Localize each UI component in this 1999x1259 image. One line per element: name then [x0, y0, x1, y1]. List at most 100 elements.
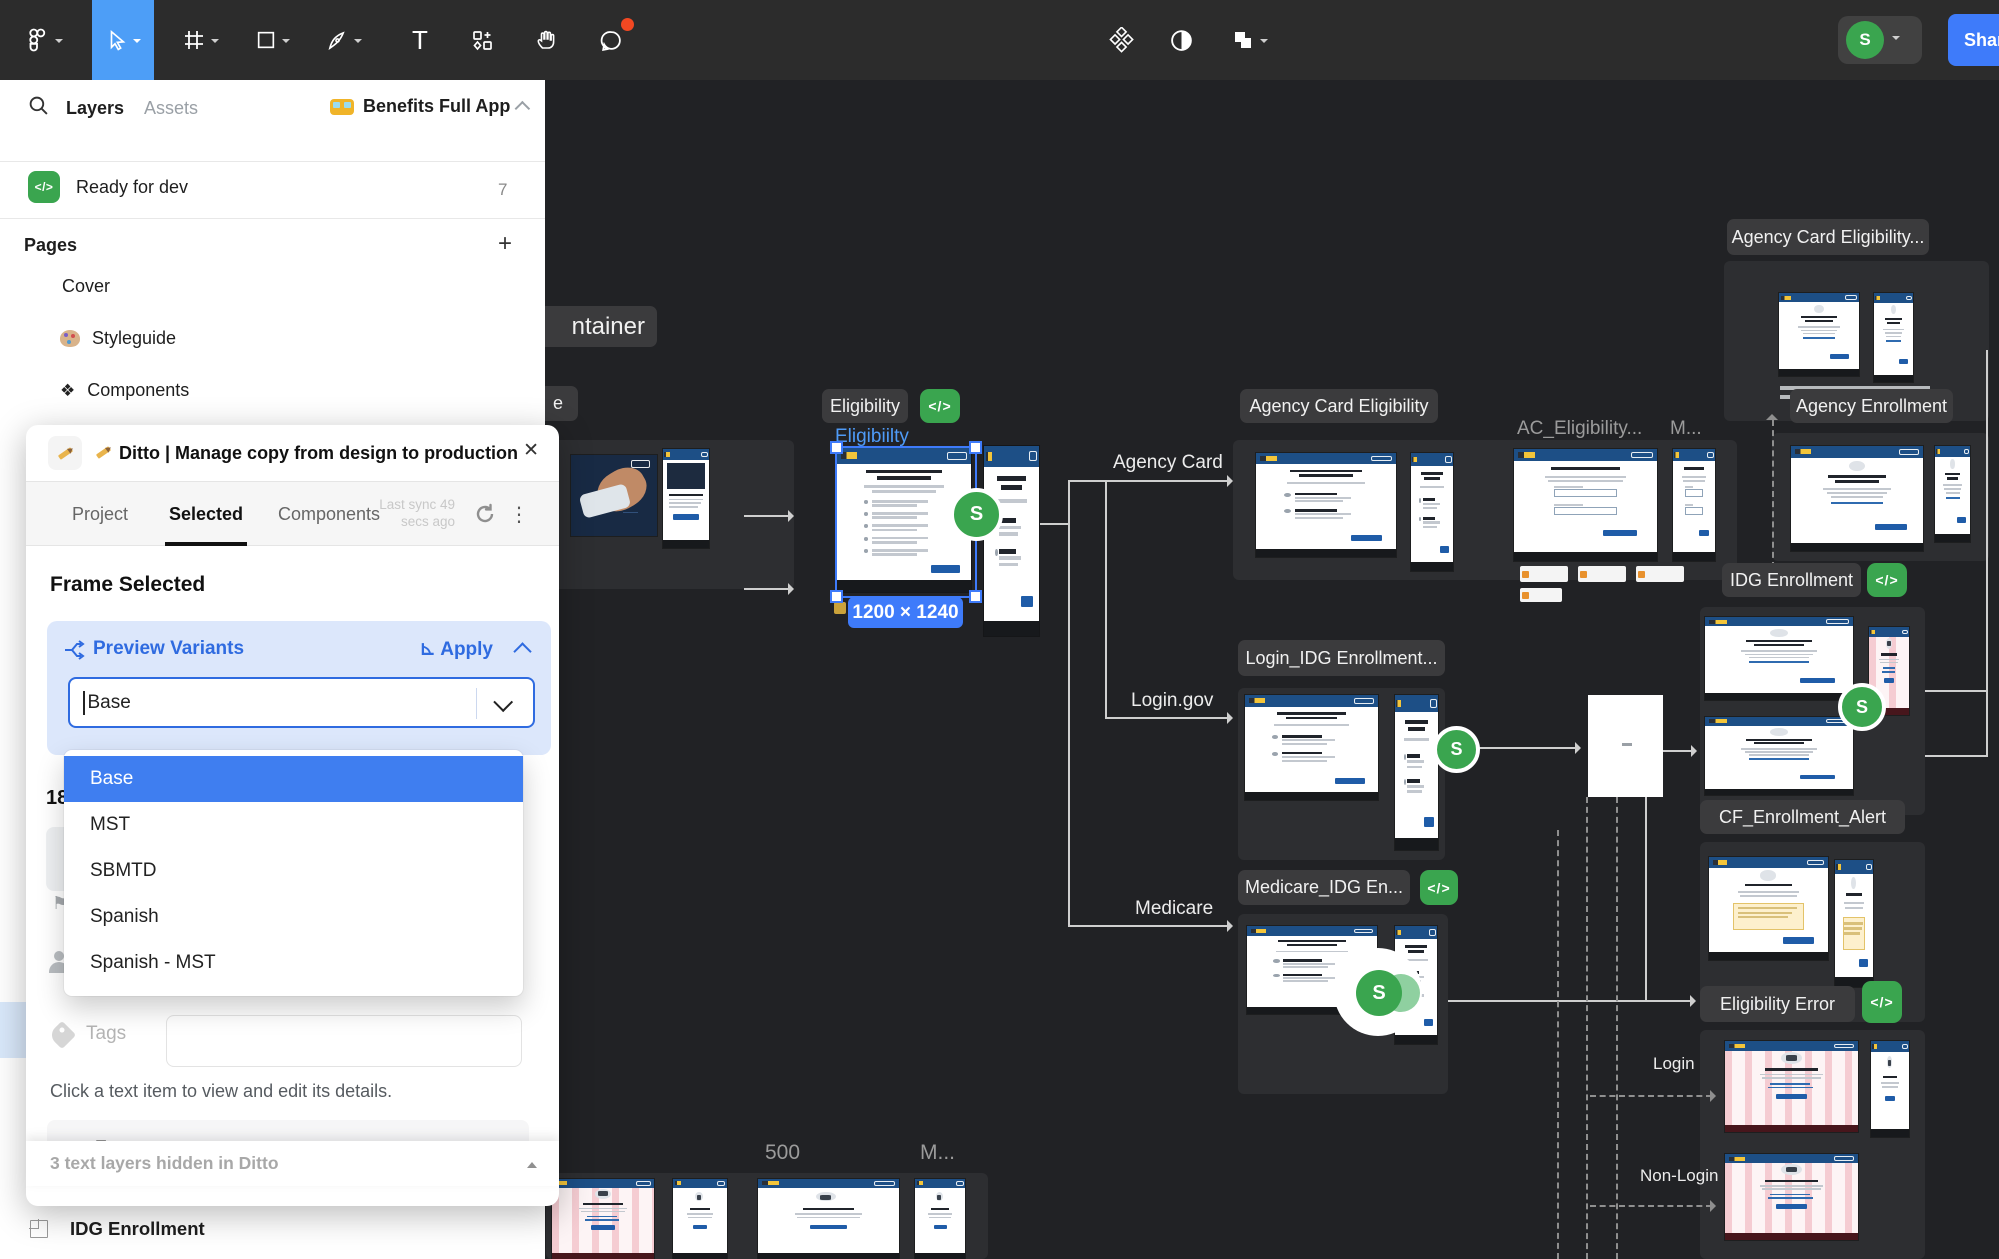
- tab-components[interactable]: Components: [278, 482, 380, 546]
- apply-button[interactable]: ⊾ Apply: [420, 638, 493, 661]
- frame-name-500[interactable]: 500: [765, 1141, 800, 1165]
- frame-tool[interactable]: [168, 0, 232, 80]
- frame-404-mobile[interactable]: [673, 1179, 727, 1259]
- mock-detail: [1964, 449, 1969, 454]
- collapse-chevron-icon[interactable]: [513, 642, 531, 660]
- expand-caret-icon[interactable]: [527, 1157, 537, 1168]
- frame-login-idg-mobile[interactable]: [1395, 695, 1438, 850]
- add-page-button[interactable]: +: [498, 230, 512, 258]
- frame-eligibility-mobile[interactable]: [984, 446, 1039, 636]
- layer-item-idg-enrollment[interactable]: IDG Enrollment: [30, 1218, 205, 1240]
- page-item-components[interactable]: ❖ Components: [60, 380, 189, 401]
- dev-ready-icon[interactable]: </>: [920, 389, 960, 423]
- tab-project[interactable]: Project: [72, 482, 128, 546]
- frame-ac-form-desktop[interactable]: [1514, 449, 1657, 561]
- dev-ready-icon[interactable]: </>: [1862, 981, 1902, 1023]
- shape-tool[interactable]: [240, 0, 304, 80]
- mock-detail: [1424, 817, 1433, 826]
- section-label-eligibility[interactable]: Eligibility: [822, 389, 908, 423]
- mock-detail: [1705, 717, 1853, 726]
- frame-ac-elig-desktop[interactable]: [1779, 293, 1859, 376]
- frame-ac-form-mobile[interactable]: [1673, 449, 1715, 561]
- hand-tool[interactable]: [516, 0, 576, 80]
- frame-name-m-bottom[interactable]: M...: [920, 1141, 955, 1165]
- frame-ac-elig-mobile[interactable]: [1874, 293, 1913, 382]
- mask-contrast-icon[interactable]: [1152, 0, 1210, 80]
- dropdown-option-mst[interactable]: MST: [64, 802, 523, 848]
- variant-combobox[interactable]: Base: [68, 677, 535, 728]
- close-icon[interactable]: ✕: [523, 441, 539, 460]
- text-tool[interactable]: T: [392, 0, 448, 80]
- dropdown-option-spanish-mst[interactable]: Spanish - MST: [64, 940, 523, 986]
- mock-detail: [1814, 305, 1824, 313]
- frame-nonlogin-error-desktop[interactable]: [1725, 1154, 1858, 1240]
- frame-elig-error-mobile[interactable]: [1835, 860, 1873, 987]
- refresh-icon[interactable]: [473, 502, 497, 531]
- dropdown-option-base[interactable]: Base: [64, 756, 523, 802]
- frame-login-error-mobile[interactable]: [1871, 1041, 1909, 1137]
- account-menu[interactable]: S: [1838, 16, 1922, 64]
- dropdown-option-sbmtd[interactable]: SBMTD: [64, 848, 523, 894]
- section-label-cf-enrollment-alert[interactable]: CF_Enrollment_Alert: [1700, 800, 1905, 834]
- frame-idg-confirm-desktop-2[interactable]: [1705, 717, 1853, 795]
- dialog-titlebar[interactable]: Ditto | Manage copy from design to produ…: [26, 425, 559, 481]
- tags-input[interactable]: [166, 1015, 522, 1067]
- components-library-icon[interactable]: [1092, 0, 1150, 80]
- actions-tool[interactable]: [452, 0, 512, 80]
- frame-name-eligibility[interactable]: Eligibiilty: [835, 426, 909, 448]
- figma-menu-button[interactable]: [10, 0, 76, 80]
- page-item-cover[interactable]: Cover: [62, 276, 110, 297]
- section-label-eligibility-error[interactable]: Eligibility Error: [1700, 986, 1855, 1022]
- dropdown-option-spanish[interactable]: Spanish: [64, 894, 523, 940]
- selection-handle[interactable]: [830, 590, 843, 603]
- frame-blank[interactable]: [1588, 695, 1663, 797]
- mock-detail: [1746, 640, 1811, 642]
- mock-detail: [999, 549, 1016, 554]
- hidden-layers-bar[interactable]: 3 text layers hidden in Ditto: [26, 1141, 559, 1186]
- frame-agency-enroll-mobile[interactable]: [1935, 446, 1970, 542]
- frame-ac-mobile[interactable]: [1411, 453, 1453, 571]
- comment-tool[interactable]: [580, 0, 642, 80]
- frame-idg-confirm-desktop[interactable]: [1705, 617, 1853, 700]
- frame-agency-enroll-desktop[interactable]: [1791, 446, 1923, 551]
- mock-detail: [1674, 452, 1679, 457]
- selection-handle[interactable]: [969, 441, 982, 454]
- section-label-login-idg[interactable]: Login_IDG Enrollment...: [1238, 640, 1445, 676]
- selection-handle[interactable]: [830, 441, 843, 454]
- arrowhead: [1710, 1090, 1722, 1102]
- page-item-styleguide[interactable]: Styleguide: [60, 328, 176, 349]
- section-label-agency-enrollment[interactable]: Agency Enrollment: [1790, 389, 1953, 423]
- chevron-down-icon[interactable]: [493, 692, 513, 712]
- frame-login-idg-desktop[interactable]: [1245, 695, 1378, 800]
- move-tool-selected[interactable]: [92, 0, 154, 80]
- frame-name-m-top[interactable]: M...: [1670, 418, 1702, 440]
- tab-selected[interactable]: Selected: [169, 482, 243, 546]
- section-label-agency-card-eligibility-trunc[interactable]: Agency Card Eligibility...: [1727, 219, 1929, 255]
- section-label-agency-card-eligibility[interactable]: Agency Card Eligibility: [1240, 389, 1438, 423]
- section-label-medicare-idg[interactable]: Medicare_IDG En...: [1238, 870, 1410, 905]
- file-switcher[interactable]: Benefits Full App: [330, 96, 530, 117]
- connector-dashed: [1557, 830, 1559, 1259]
- frame-mobile-intro[interactable]: [663, 449, 709, 548]
- pen-tool[interactable]: [312, 0, 376, 80]
- tab-assets[interactable]: Assets: [144, 98, 198, 119]
- tab-layers[interactable]: Layers: [66, 98, 124, 119]
- boolean-union-icon[interactable]: [1214, 0, 1284, 80]
- mock-detail: [1407, 785, 1424, 788]
- dev-ready-icon[interactable]: </>: [1867, 563, 1907, 597]
- frame-500-mobile[interactable]: [915, 1179, 965, 1259]
- frame-404-desktop[interactable]: [552, 1179, 654, 1259]
- dev-ready-icon[interactable]: </>: [1420, 870, 1458, 905]
- frame-photo-card[interactable]: [571, 455, 657, 536]
- kebab-menu-icon[interactable]: ⋮: [509, 502, 529, 527]
- frame-500-desktop[interactable]: [758, 1179, 899, 1259]
- search-icon[interactable]: [28, 95, 49, 116]
- frame-elig-error-desktop[interactable]: [1709, 857, 1828, 960]
- frame-ac-desktop[interactable]: [1256, 453, 1396, 557]
- section-label-idg-enrollment[interactable]: IDG Enrollment: [1722, 563, 1861, 597]
- frame-login-error-desktop[interactable]: [1725, 1041, 1858, 1132]
- selection-handle[interactable]: [969, 590, 982, 603]
- ready-for-dev-row[interactable]: </> Ready for dev: [28, 171, 188, 203]
- frame-name-ac-eligibility[interactable]: AC_Eligibility...: [1517, 418, 1642, 440]
- share-button[interactable]: Share: [1948, 14, 1999, 66]
